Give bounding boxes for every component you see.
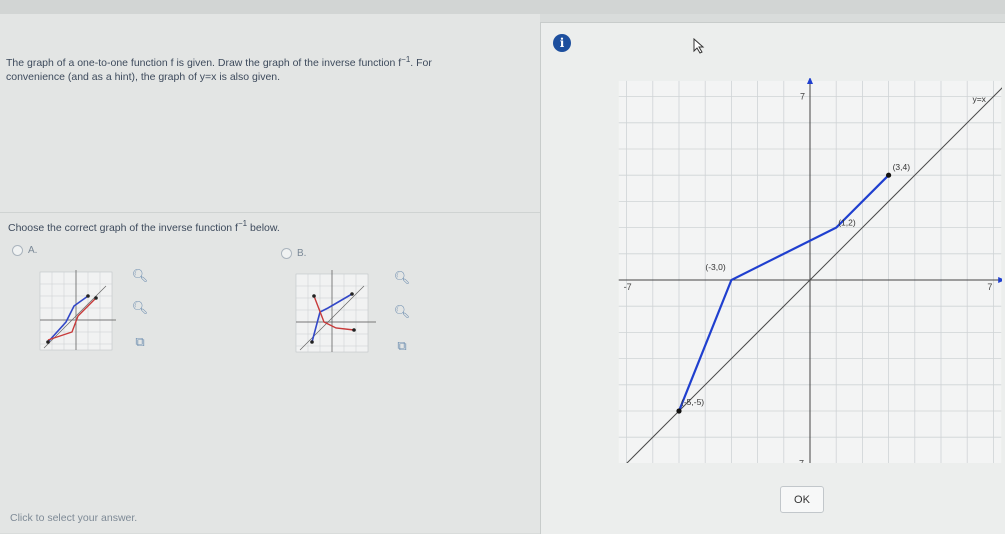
zoom-out-icon-a[interactable]: 🔍︎ <box>132 300 149 316</box>
option-a-label: A. <box>28 245 38 256</box>
open-in-new-icon-a[interactable]: ⧉ <box>132 334 148 350</box>
option-a-thumbnail[interactable] <box>36 266 116 356</box>
choose-prompt: Choose the correct graph of the inverse … <box>8 219 280 234</box>
x-tick-label-min: -7 <box>624 282 632 292</box>
inverse-graph: -7 7 7 -7 (-5,-5) (-3,0) (1,2) (3,4) y=x <box>618 78 1002 463</box>
mouse-cursor-icon <box>693 38 705 54</box>
point-label: (-5,-5) <box>681 397 704 407</box>
endpoint <box>886 172 892 178</box>
top-strip <box>0 0 1005 14</box>
zoom-in-icon-b[interactable]: 🔍︎ <box>394 270 411 286</box>
prompt-part1: Choose the correct graph of the inverse … <box>8 222 238 234</box>
option-a[interactable]: A. <box>12 245 37 256</box>
question-superscript: −1 <box>401 55 411 64</box>
divider <box>0 212 540 213</box>
open-in-new-icon-b[interactable]: ⧉ <box>394 338 410 354</box>
prompt-superscript: −1 <box>237 219 248 228</box>
x-axis-arrow <box>998 277 1002 283</box>
point-label: (1,2) <box>838 218 856 228</box>
identity-line-label: y=x <box>972 94 986 104</box>
zoom-out-icon-b[interactable]: 🔍︎ <box>394 304 411 320</box>
zoom-in-icon-a[interactable]: 🔍︎ <box>132 268 149 284</box>
ok-button[interactable]: OK <box>780 486 824 513</box>
option-b-label: B. <box>297 248 307 259</box>
option-b[interactable]: B. <box>281 248 306 259</box>
question-text: The graph of a one-to-one function f is … <box>6 55 541 84</box>
endpoint <box>676 408 682 414</box>
y-tick-label-max: 7 <box>800 92 805 102</box>
footer-hint: Click to select your answer. <box>10 512 138 524</box>
point-label: (-3,0) <box>705 262 725 272</box>
option-b-thumbnail[interactable] <box>290 266 378 358</box>
question-line1-part1: The graph of a one-to-one function f is … <box>6 57 402 69</box>
question-line2: convenience (and as a hint), the graph o… <box>6 71 281 83</box>
info-icon[interactable]: i <box>553 34 571 52</box>
prompt-part2: below. <box>247 222 280 234</box>
point-label: (3,4) <box>893 162 911 172</box>
x-tick-label-max: 7 <box>987 282 992 292</box>
question-line1-part2: . For <box>410 57 432 69</box>
option-a-radio[interactable] <box>12 245 23 256</box>
y-tick-label-min: -7 <box>796 458 804 463</box>
option-b-radio[interactable] <box>281 248 292 259</box>
